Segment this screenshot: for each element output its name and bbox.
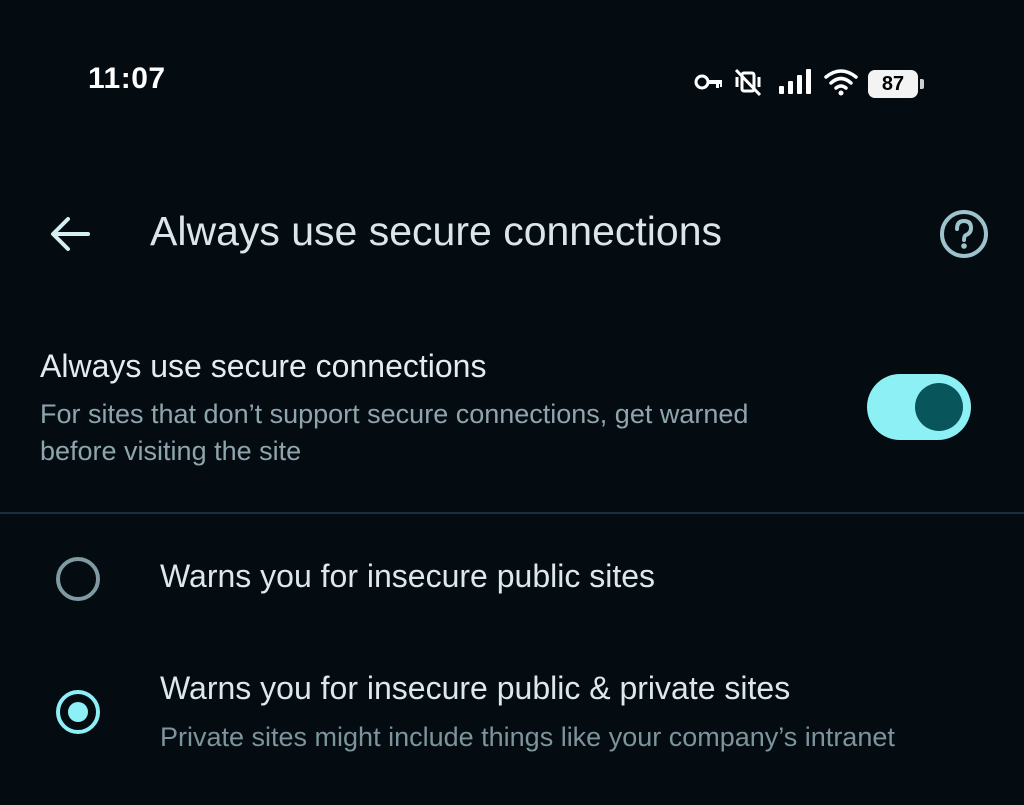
option-label: Warns you for insecure public & private … bbox=[160, 670, 791, 706]
vibrate-off-icon bbox=[734, 67, 762, 102]
screen: 11:07 87 Always use secure connections A… bbox=[0, 0, 1024, 805]
divider bbox=[0, 512, 1024, 514]
battery-level: 87 bbox=[868, 70, 918, 98]
secure-connections-toggle[interactable] bbox=[867, 374, 971, 440]
help-button[interactable] bbox=[934, 206, 994, 266]
radio-public-sites[interactable] bbox=[56, 557, 100, 601]
setting-title: Always use secure connections bbox=[40, 348, 487, 384]
radio-selected-dot bbox=[68, 702, 88, 722]
vpn-key-icon bbox=[694, 68, 724, 101]
option-public-sites[interactable]: Warns you for insecure public sites bbox=[0, 536, 1024, 622]
option-label: Warns you for insecure public sites bbox=[160, 558, 656, 594]
status-time: 11:07 bbox=[88, 62, 166, 95]
setting-description: For sites that don’t support secure conn… bbox=[40, 399, 749, 466]
wifi-icon bbox=[824, 68, 858, 101]
battery-icon: 87 bbox=[868, 70, 924, 98]
option-public-private-sites[interactable]: Warns you for insecure public & private … bbox=[0, 650, 1024, 770]
radio-public-private-sites[interactable] bbox=[56, 690, 100, 734]
toggle-knob bbox=[915, 383, 963, 431]
help-circle-icon bbox=[938, 208, 990, 265]
page-title: Always use secure connections bbox=[150, 208, 723, 254]
option-description: Private sites might include things like … bbox=[160, 722, 895, 752]
status-icons: 87 bbox=[694, 66, 924, 102]
arrow-left-icon bbox=[48, 214, 92, 259]
signal-icon bbox=[778, 68, 814, 101]
back-button[interactable] bbox=[40, 208, 100, 264]
